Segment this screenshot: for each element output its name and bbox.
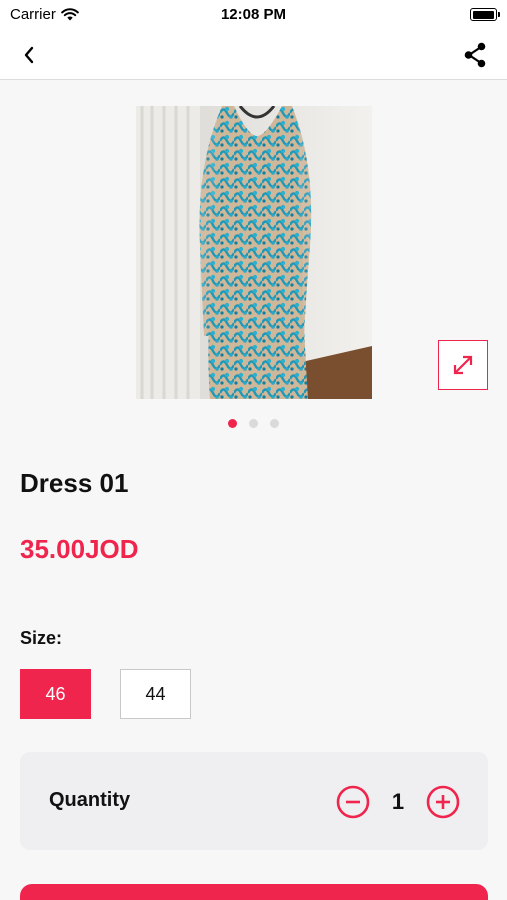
product-title: Dress 01	[20, 468, 129, 498]
quantity-label: Quantity	[49, 789, 131, 811]
decrease-quantity-button[interactable]	[336, 785, 370, 819]
status-bar: Carrier 12:08 PM	[0, 0, 507, 30]
share-button[interactable]	[459, 39, 491, 71]
product-image[interactable]	[136, 106, 372, 399]
plus-circle-icon	[426, 785, 460, 819]
product-price: 35.00JOD	[20, 534, 139, 564]
pager-dot-1[interactable]	[228, 419, 237, 428]
battery-icon	[470, 8, 500, 21]
status-time: 12:08 PM	[220, 6, 287, 23]
chevron-left-icon	[24, 46, 34, 64]
size-option-44[interactable]: 44	[120, 669, 191, 719]
pager-dot-3[interactable]	[270, 419, 279, 428]
expand-image-button[interactable]	[438, 340, 488, 390]
size-option-46[interactable]: 46	[20, 669, 91, 719]
minus-circle-icon	[336, 785, 370, 819]
size-options: 46 44	[20, 669, 191, 719]
quantity-stepper: 1	[336, 785, 460, 819]
size-label: Size:	[20, 628, 63, 648]
add-to-cart-button[interactable]	[20, 884, 488, 900]
nav-bar	[0, 30, 507, 80]
share-icon	[464, 42, 486, 68]
back-button[interactable]	[14, 40, 44, 70]
battery-fill	[472, 10, 494, 19]
pager-dot-2[interactable]	[249, 419, 258, 428]
dress-photo	[136, 106, 372, 399]
quantity-card: Quantity 1	[20, 752, 488, 850]
expand-icon	[453, 355, 473, 375]
image-pager-dots	[0, 419, 507, 428]
increase-quantity-button[interactable]	[426, 785, 460, 819]
quantity-value: 1	[391, 789, 405, 814]
